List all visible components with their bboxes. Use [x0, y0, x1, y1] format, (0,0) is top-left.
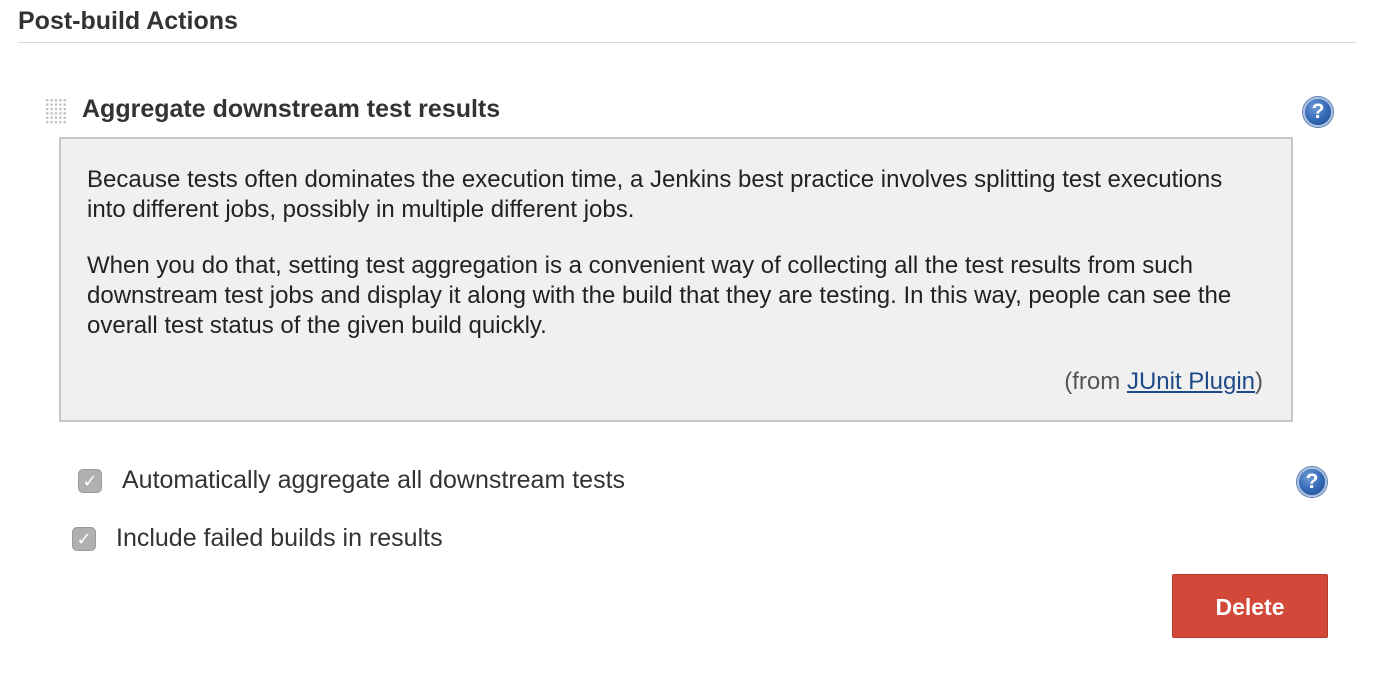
include-failed-builds-label: Include failed builds in results: [116, 524, 443, 552]
junit-plugin-link[interactable]: JUnit Plugin: [1127, 368, 1255, 395]
help-source-suffix: ): [1255, 368, 1263, 395]
help-paragraph-1: Because tests often dominates the execut…: [87, 166, 1223, 223]
post-build-actions-page: Post-build Actions Aggregate downstream …: [0, 0, 1384, 674]
question-mark-icon[interactable]: ?: [1297, 467, 1327, 497]
question-mark-icon[interactable]: ?: [1303, 97, 1333, 127]
help-source: (from JUnit Plugin): [1064, 367, 1263, 397]
option-include-failed-builds[interactable]: ✓ Include failed builds in results: [72, 524, 443, 553]
drag-handle-icon[interactable]: [45, 98, 67, 124]
aggregate-downstream-label: Automatically aggregate all downstream t…: [122, 466, 626, 494]
option-aggregate-downstream[interactable]: ✓ Automatically aggregate all downstream…: [78, 466, 625, 495]
section-title: Post-build Actions: [18, 7, 238, 35]
help-source-prefix: (from: [1064, 368, 1127, 395]
delete-button[interactable]: Delete: [1172, 574, 1328, 638]
help-paragraph-2: When you do that, setting test aggregati…: [87, 252, 1232, 339]
step-title: Aggregate downstream test results: [82, 95, 501, 123]
section-divider: [18, 42, 1356, 43]
aggregate-downstream-checkbox[interactable]: ✓: [78, 468, 102, 493]
include-failed-builds-checkbox[interactable]: ✓: [72, 526, 96, 551]
help-text-box: Because tests often dominates the execut…: [59, 137, 1293, 422]
